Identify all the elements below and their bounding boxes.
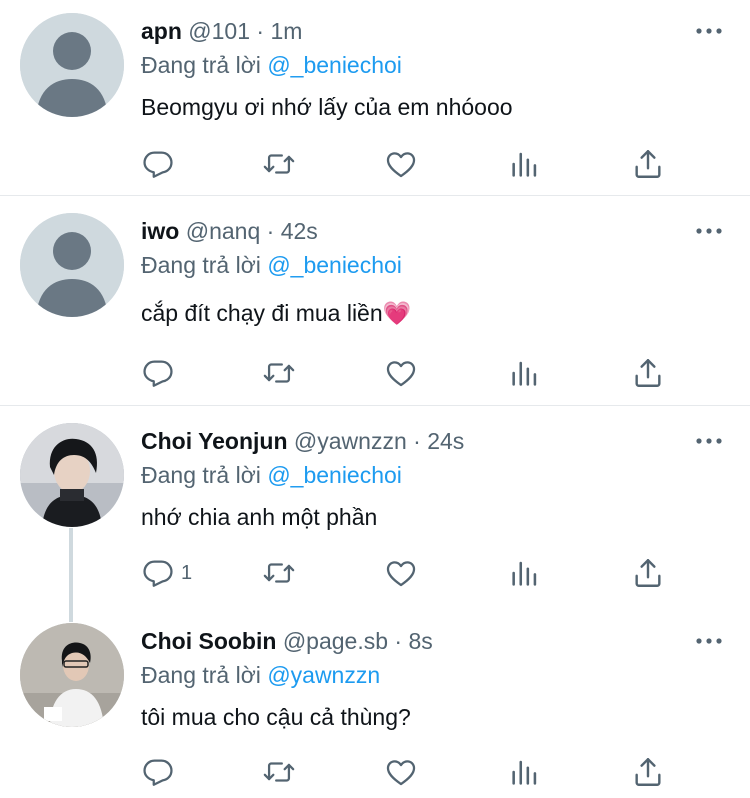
tweet[interactable]: iwo @nanq · 42s Đang trả lời @_beniechoi… xyxy=(0,196,750,406)
like-button[interactable] xyxy=(384,146,418,182)
separator-dot: · xyxy=(394,628,403,654)
tweet[interactable]: apn @101 · 1m Đang trả lời @_beniechoi B… xyxy=(0,0,750,196)
views-button[interactable] xyxy=(508,355,542,391)
like-button[interactable] xyxy=(384,555,418,591)
profile-photo-icon xyxy=(20,423,124,527)
share-icon xyxy=(635,359,661,387)
user-handle[interactable]: @101 xyxy=(188,18,250,44)
default-avatar-icon xyxy=(20,13,124,117)
replying-to: Đang trả lời @_beniechoi xyxy=(141,458,402,492)
heart-icon xyxy=(386,561,416,587)
retweet-button[interactable] xyxy=(261,754,297,790)
replying-prefix: Đang trả lời xyxy=(141,52,268,78)
replying-to: Đang trả lời @_beniechoi xyxy=(141,48,402,82)
tweet-header: apn @101 · 1m xyxy=(141,14,302,48)
share-button[interactable] xyxy=(631,355,665,391)
user-handle[interactable]: @page.sb xyxy=(283,628,388,654)
tweet-text: tôi mua cho cậu cả thùng? xyxy=(141,704,411,730)
tweet-header: iwo @nanq · 42s xyxy=(141,214,318,248)
share-icon xyxy=(635,758,661,786)
tweet[interactable]: Choi Soobin @page.sb · 8s Đang trả lời @… xyxy=(0,618,750,798)
tweet-text: cắp đít chạy đi mua liền💗 xyxy=(141,300,412,326)
separator-dot: · xyxy=(256,18,265,44)
share-button[interactable] xyxy=(631,754,665,790)
tweet[interactable]: Choi Yeonjun @yawnzzn · 24s Đang trả lời… xyxy=(0,406,750,618)
heart-icon xyxy=(386,361,416,387)
tweet-text: nhớ chia anh một phần xyxy=(141,504,378,530)
replying-to: Đang trả lời @_beniechoi xyxy=(141,248,402,282)
avatar[interactable] xyxy=(20,13,124,117)
avatar[interactable] xyxy=(20,213,124,317)
avatar[interactable] xyxy=(20,423,124,527)
timestamp[interactable]: 8s xyxy=(408,628,432,654)
views-button[interactable] xyxy=(508,146,542,182)
heart-icon xyxy=(386,152,416,178)
mention-link[interactable]: @_beniechoi xyxy=(267,252,402,278)
replying-prefix: Đang trả lời xyxy=(141,252,268,278)
retweet-button[interactable] xyxy=(261,146,297,182)
share-icon xyxy=(635,150,661,178)
action-bar xyxy=(141,754,701,790)
like-button[interactable] xyxy=(384,754,418,790)
more-icon[interactable] xyxy=(694,214,724,248)
user-handle[interactable]: @yawnzzn xyxy=(294,428,407,454)
views-button[interactable] xyxy=(508,555,542,591)
share-button[interactable] xyxy=(631,146,665,182)
retweet-icon xyxy=(263,563,295,583)
display-name[interactable]: apn xyxy=(141,18,182,44)
separator-dot: · xyxy=(413,428,421,454)
share-icon xyxy=(635,559,661,587)
stats-icon xyxy=(512,152,537,177)
mention-link[interactable]: @_beniechoi xyxy=(267,462,402,488)
heart-icon xyxy=(386,760,416,786)
display-name[interactable]: Choi Yeonjun xyxy=(141,428,288,454)
replying-prefix: Đang trả lời xyxy=(141,662,268,688)
more-icon[interactable] xyxy=(694,14,724,48)
retweet-button[interactable] xyxy=(261,355,297,391)
views-button[interactable] xyxy=(508,754,542,790)
reply-icon xyxy=(143,759,173,786)
action-bar xyxy=(141,355,701,391)
stats-icon xyxy=(512,361,537,386)
stats-icon xyxy=(512,561,537,586)
replying-prefix: Đang trả lời xyxy=(141,462,268,488)
tweet-header: Choi Soobin @page.sb · 8s xyxy=(141,624,433,658)
reply-button[interactable] xyxy=(141,754,181,790)
avatar[interactable] xyxy=(20,623,124,727)
timestamp[interactable]: 1m xyxy=(270,18,302,44)
default-avatar-icon xyxy=(20,213,124,317)
more-icon[interactable] xyxy=(694,624,724,658)
timestamp[interactable]: 42s xyxy=(281,218,318,244)
share-button[interactable] xyxy=(631,555,665,591)
user-handle[interactable]: @nanq xyxy=(186,218,261,244)
mention-link[interactable]: @yawnzzn xyxy=(267,662,380,688)
tweet-header: Choi Yeonjun @yawnzzn · 24s xyxy=(141,424,464,458)
reply-button[interactable] xyxy=(141,146,181,182)
reply-icon xyxy=(143,560,173,587)
mention-link[interactable]: @_beniechoi xyxy=(267,52,402,78)
display-name[interactable]: iwo xyxy=(141,218,179,244)
timestamp[interactable]: 24s xyxy=(427,428,464,454)
like-button[interactable] xyxy=(384,355,418,391)
display-name[interactable]: Choi Soobin xyxy=(141,628,276,654)
stats-icon xyxy=(512,760,537,785)
tweet-text: Beomgyu ơi nhớ lấy của em nhóooo xyxy=(141,94,513,120)
reply-button[interactable]: 1 xyxy=(141,555,192,591)
reply-icon xyxy=(143,151,173,178)
profile-photo-icon xyxy=(20,623,124,727)
separator-dot: · xyxy=(266,218,275,244)
replying-to: Đang trả lời @yawnzzn xyxy=(141,658,380,692)
reply-count: 1 xyxy=(181,561,193,584)
more-icon[interactable] xyxy=(694,424,724,458)
reply-button[interactable] xyxy=(141,355,181,391)
retweet-icon xyxy=(263,154,295,174)
retweet-button[interactable] xyxy=(261,555,297,591)
action-bar: 1 xyxy=(141,555,701,591)
retweet-icon xyxy=(263,363,295,383)
retweet-icon xyxy=(263,762,295,782)
reply-icon xyxy=(143,360,173,387)
action-bar xyxy=(141,146,701,182)
